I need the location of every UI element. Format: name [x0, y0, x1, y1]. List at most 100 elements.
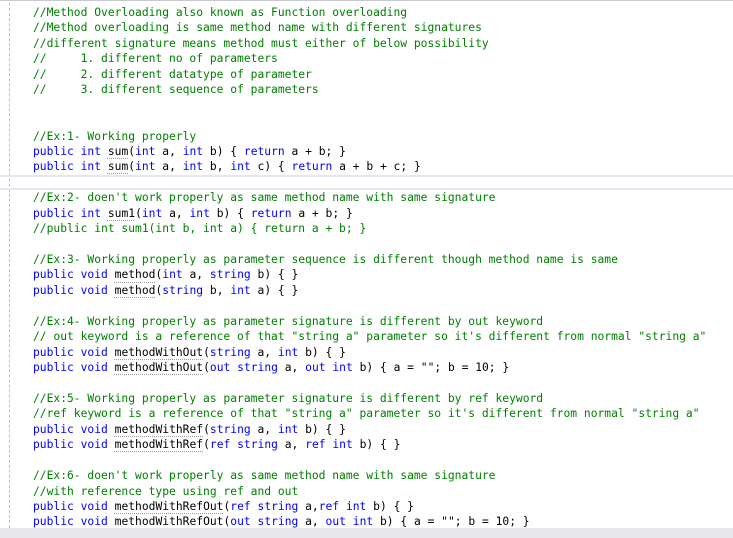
identifier-token: a, [298, 500, 319, 513]
code-line[interactable]: public void methodWithRefOut(ref string … [33, 499, 733, 514]
comment-token: //Ex:5- Working properly as parameter si… [33, 391, 544, 405]
identifier-token: b) { } [298, 345, 346, 359]
comment-token: //Method Overloading also known as Funct… [33, 6, 408, 19]
keyword-token: public [33, 361, 74, 375]
identifier-token: b) { [209, 206, 251, 220]
code-line[interactable]: public void methodWithOut(string a, int … [33, 345, 733, 360]
code-line[interactable]: public void method(string b, int a) { } [33, 283, 733, 298]
comment-token: //public int sum1(int b, int a) { return… [33, 222, 367, 236]
code-line[interactable]: //Ex:1- Working properly [33, 129, 733, 144]
code-line[interactable]: public int sum(int a, int b) { return a … [33, 144, 733, 159]
identifier-token: a, [277, 361, 306, 375]
keyword-token: out [209, 361, 231, 375]
keyword-token: int [135, 160, 156, 174]
keyword-token: void [80, 515, 108, 529]
identifier-token [108, 500, 115, 513]
keyword-token: void [80, 500, 108, 513]
code-line[interactable]: public void methodWithRef(ref string a, … [33, 437, 733, 452]
code-line[interactable] [33, 113, 733, 128]
keyword-token: ref [209, 438, 231, 452]
keyword-token: string [237, 361, 278, 375]
identifier-token [108, 438, 115, 451]
identifier-token [108, 346, 115, 359]
code-line[interactable]: //Ex:6- doen't work properly as same met… [33, 468, 733, 483]
identifier-token [74, 160, 81, 173]
keyword-token: void [80, 268, 108, 282]
comment-token: // out keyword is a reference of that "s… [33, 330, 707, 344]
identifier-token: ( [203, 438, 210, 452]
keyword-token: void [80, 422, 108, 436]
identifier-token: ( [203, 422, 210, 436]
code-line[interactable]: // 3. different sequence of parameters [33, 82, 733, 97]
identifier-token [108, 423, 115, 436]
comment-token: //different signature means method must … [33, 36, 489, 50]
code-line[interactable]: //Ex:5- Working properly as parameter si… [33, 391, 733, 406]
keyword-token: int [80, 206, 102, 220]
code-line[interactable] [33, 298, 733, 313]
code-editor[interactable]: //Method Overloading also known as Funct… [0, 0, 733, 528]
code-area[interactable]: //Method Overloading also known as Funct… [33, 5, 733, 530]
current-line[interactable] [0, 175, 733, 190]
identifier-token: methodWithRefOut [114, 500, 224, 513]
comment-token: //Ex:3- Working properly as parameter se… [33, 253, 618, 266]
keyword-token: string [257, 515, 299, 529]
keyword-token: string [209, 345, 251, 359]
identifier-token: methodWithRef [114, 422, 204, 436]
keyword-token: public [33, 144, 74, 158]
code-line[interactable]: public void methodWithRef(string a, int … [33, 422, 733, 437]
code-line[interactable] [33, 98, 733, 113]
keyword-token: out [305, 361, 326, 375]
keyword-token: ref [305, 438, 326, 452]
keyword-token: int [277, 422, 299, 436]
identifier-token: a, [182, 268, 210, 282]
identifier-token: a, [250, 422, 278, 436]
code-line[interactable]: //public int sum1(int b, int a) { return… [33, 221, 733, 236]
code-line[interactable]: public int sum1(int a, int b) { return a… [33, 206, 733, 221]
code-line[interactable]: public int sum(int a, int b, int c) { re… [33, 159, 733, 174]
code-line[interactable]: //different signature means method must … [33, 36, 733, 51]
identifier-token [339, 500, 346, 513]
identifier-token [74, 361, 81, 374]
code-line[interactable]: //Method Overloading also known as Funct… [33, 5, 733, 20]
code-line[interactable]: // 1. different no of parameters [33, 51, 733, 66]
keyword-token: int [162, 268, 183, 282]
keyword-token: string [209, 268, 251, 282]
keyword-token: public [33, 283, 74, 297]
identifier-token: a, [298, 515, 326, 529]
code-line[interactable]: // 2. different datatype of parameter [33, 67, 733, 82]
code-line[interactable] [33, 453, 733, 468]
code-line[interactable]: // out keyword is a reference of that "s… [33, 329, 733, 344]
identifier-token [101, 160, 108, 173]
identifier-token: b) { a = ""; b = 10; } [373, 515, 530, 529]
identifier-token: a, [250, 345, 278, 359]
identifier-token: a, [155, 160, 183, 174]
code-line[interactable] [33, 376, 733, 391]
code-line[interactable]: //Ex:3- Working properly as parameter se… [33, 252, 733, 267]
identifier-token: a, [277, 438, 306, 452]
horizontal-scrollbar-area[interactable] [0, 528, 733, 538]
identifier-token [74, 284, 81, 297]
code-line[interactable]: //with reference type using ref and out [33, 484, 733, 499]
identifier-token [108, 515, 115, 528]
identifier-token: a + b; } [284, 144, 346, 158]
code-line[interactable]: public void method(int a, string b) { } [33, 267, 733, 282]
code-line[interactable]: public void methodWithOut(out string a, … [33, 360, 733, 375]
code-line[interactable] [33, 237, 733, 252]
keyword-token: ref [318, 500, 340, 513]
keyword-token: string [209, 422, 251, 436]
code-line[interactable]: //Method overloading is same method name… [33, 20, 733, 35]
identifier-token [346, 515, 353, 528]
keyword-token: return [250, 206, 292, 220]
code-line[interactable]: //ref keyword is a reference of that "st… [33, 406, 733, 421]
code-line[interactable]: //Ex:2- doen't work properly as same met… [33, 190, 733, 205]
keyword-token: int [230, 160, 251, 174]
keyword-token: string [237, 438, 278, 452]
keyword-token: int [182, 144, 204, 158]
indent-guide [9, 3, 10, 528]
identifier-token: method [114, 268, 156, 282]
identifier-token: b) { a = ""; b = 10; } [352, 361, 510, 375]
keyword-token: int [135, 144, 156, 158]
code-line[interactable]: //Ex:4- Working properly as parameter si… [33, 314, 733, 329]
keyword-token: void [80, 361, 108, 375]
identifier-token: b) { } [298, 422, 346, 436]
